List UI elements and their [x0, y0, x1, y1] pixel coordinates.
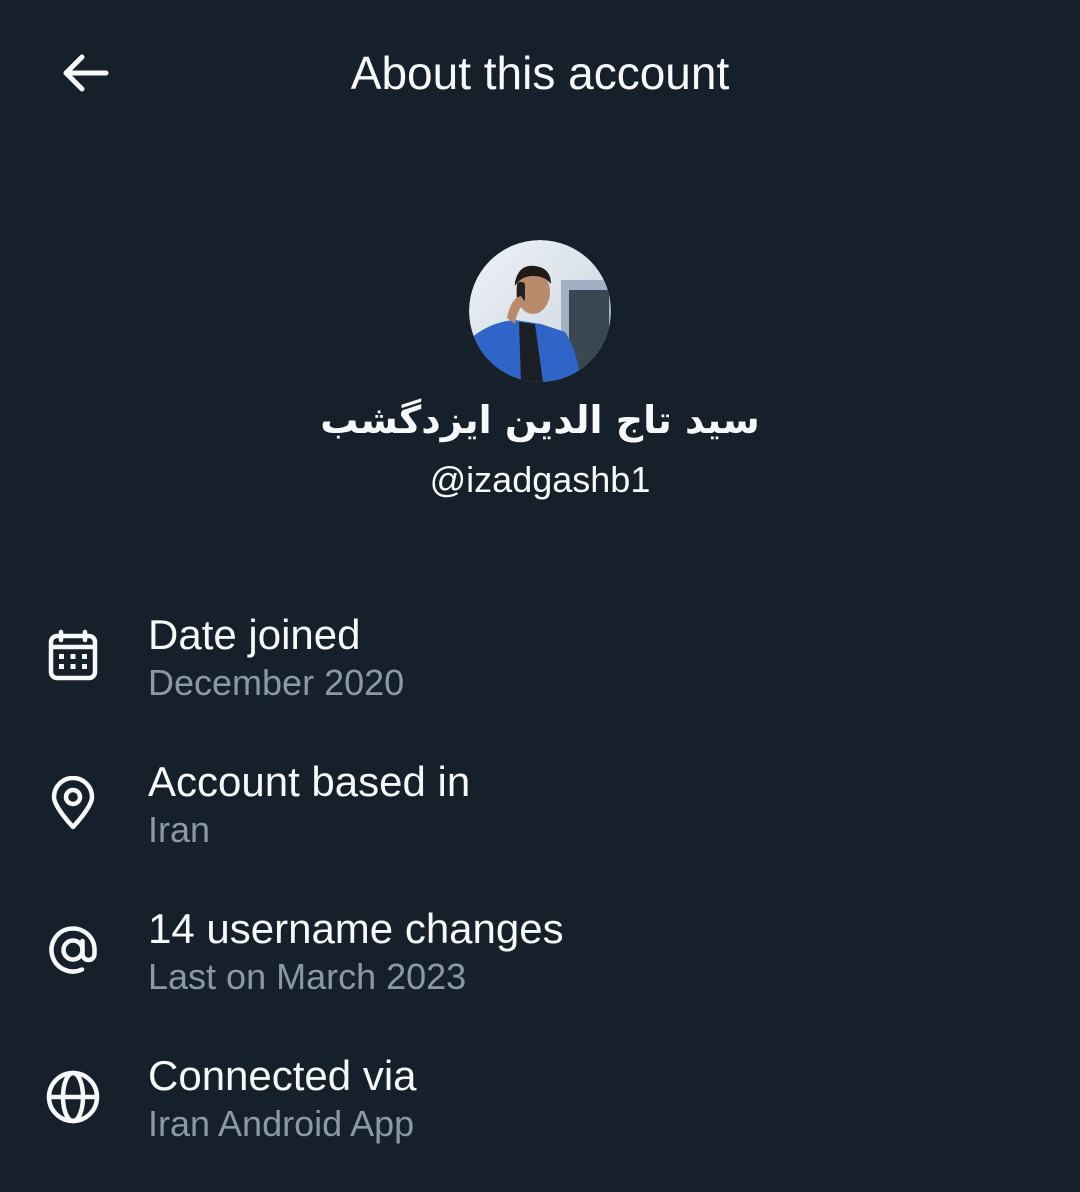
at-sign-icon — [44, 921, 102, 979]
info-text: Date joined December 2020 — [148, 609, 404, 705]
account-info-list: Date joined December 2020 Account based … — [0, 605, 1080, 1192]
info-row-connected-via: Connected via Iran Android App — [0, 1046, 1080, 1192]
info-row-username-changes: 14 username changes Last on March 2023 — [0, 899, 1080, 1046]
profile-section: سید تاج الدین ایزدگشب @izadgashb1 — [0, 240, 1080, 502]
info-row-account-location: Account based in Iran — [0, 752, 1080, 899]
about-account-screen: About this account سید تاج الدین ایزدگشب… — [0, 0, 1080, 1192]
info-title: Connected via — [148, 1052, 417, 1099]
location-pin-icon — [44, 774, 102, 832]
info-title: Date joined — [148, 611, 361, 658]
display-name: سید تاج الدین ایزدگشب — [320, 398, 760, 442]
info-subtitle: Iran Android App — [148, 1103, 415, 1144]
info-subtitle: Iran — [148, 809, 211, 850]
info-row-date-joined: Date joined December 2020 — [0, 605, 1080, 752]
username-handle: @izadgashb1 — [429, 459, 651, 500]
globe-icon — [44, 1068, 102, 1126]
info-title: Account based in — [148, 758, 471, 805]
calendar-icon — [44, 627, 102, 685]
info-text: Account based in Iran — [148, 756, 470, 852]
info-subtitle: Last on March 2023 — [148, 956, 467, 997]
avatar[interactable] — [469, 240, 611, 382]
info-subtitle: December 2020 — [148, 662, 405, 703]
page-title: About this account — [350, 47, 730, 99]
info-text: 14 username changes Last on March 2023 — [148, 903, 564, 999]
top-bar: About this account — [0, 0, 1080, 145]
info-title: 14 username changes — [148, 905, 564, 952]
info-text: Connected via Iran Android App — [148, 1050, 417, 1146]
